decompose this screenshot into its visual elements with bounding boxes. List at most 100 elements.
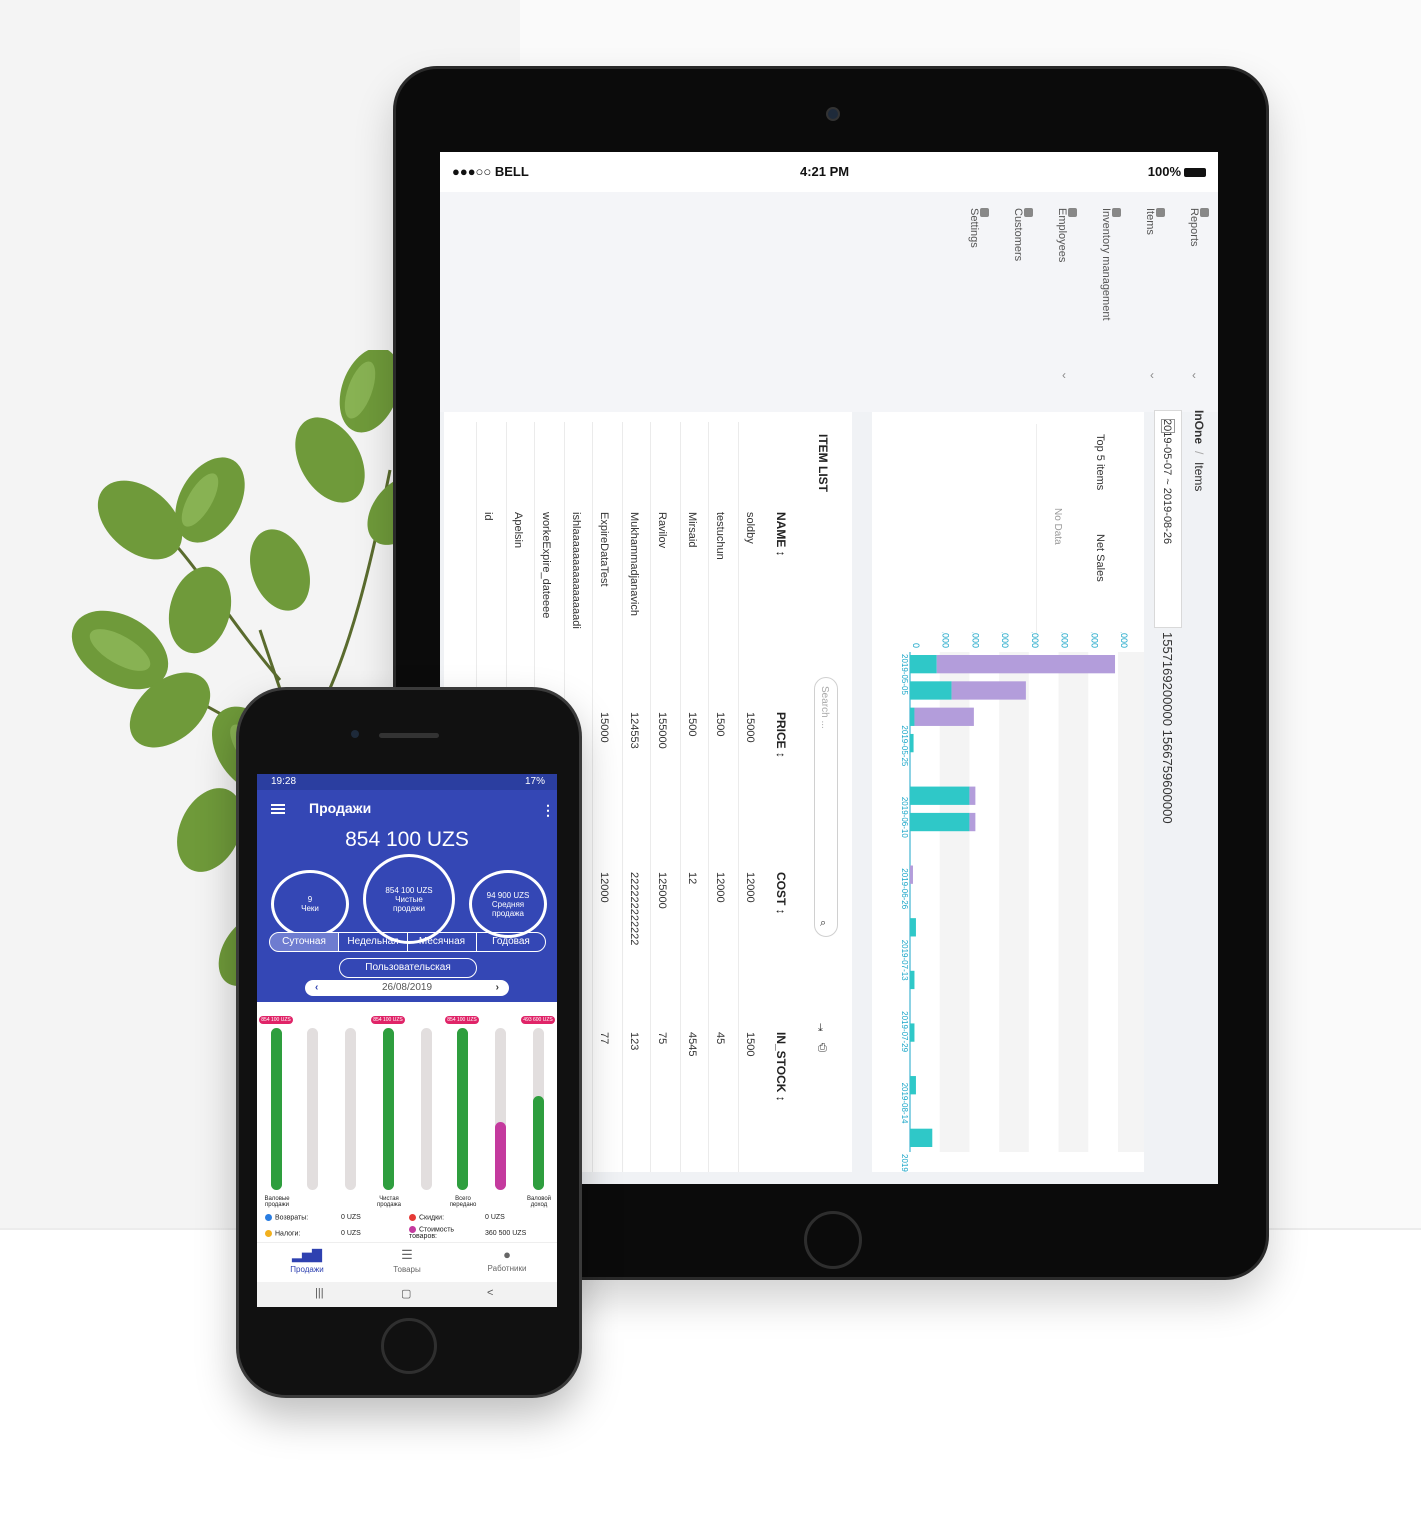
legend-returns: Возвраты: 0 UZS <box>265 1214 361 1221</box>
person-icon: ● <box>503 1247 511 1262</box>
bar-track <box>533 1028 544 1190</box>
label-net-sale: Чистая продажа <box>377 1196 401 1208</box>
nav-employees[interactable]: ● Работники <box>462 1247 552 1273</box>
customers-icon <box>1024 208 1033 217</box>
battery-icon <box>1184 168 1206 178</box>
y-tick-label: 70,000 <box>1119 632 1129 648</box>
prev-date-icon[interactable]: ‹ <box>315 980 318 996</box>
avg-sale-value: 94 900 UZS <box>486 890 530 900</box>
items-icon <box>1156 208 1165 217</box>
more-options-icon[interactable]: ⋮ <box>541 802 555 819</box>
selected-date: 26/08/2019 <box>381 982 433 993</box>
phone-screen: 19:28 17% Продажи ⋮ 854 100 UZS 9 Чеки 8… <box>257 774 557 1307</box>
carrier-label: ●●●○○ BELL <box>452 164 529 179</box>
search-input[interactable]: Search ... ⌕ <box>814 677 838 937</box>
bar-track <box>421 1028 432 1190</box>
table-cell-name: ishlaaaaaaaaaaaaaaadi <box>570 512 582 629</box>
label-gross-income: Валовой доход <box>526 1196 552 1208</box>
menu-item-customers[interactable]: Customers <box>1012 208 1033 261</box>
bar-segment <box>910 918 916 937</box>
chevron-left-icon[interactable]: ‹ <box>1062 368 1066 382</box>
table-cell-in-stock: 1500 <box>744 1032 756 1057</box>
top5-empty: No Data <box>1052 508 1063 545</box>
chevron-left-icon[interactable]: ‹ <box>1150 368 1154 382</box>
table-cell-in-stock: 77 <box>598 1032 610 1045</box>
table-cell-name: ExpireDataTest <box>598 512 610 587</box>
chevron-left-icon[interactable]: ‹ <box>1192 368 1196 382</box>
phone-camera <box>351 730 359 738</box>
menu-item-settings[interactable]: Settings <box>968 208 989 248</box>
bar-value-tag: 854 100 UZS <box>259 1016 293 1024</box>
bar-segment <box>951 681 1026 700</box>
breadcrumb-separator: / <box>1192 451 1206 455</box>
grid-band <box>999 652 1029 1152</box>
tab-daily[interactable]: Суточная <box>269 932 339 952</box>
print-icon[interactable]: ⎙ <box>818 1042 827 1055</box>
tab-weekly[interactable]: Недельная <box>338 932 408 952</box>
x-date-label: 2019-07-13 <box>900 940 909 981</box>
avg-sale-label: Средняя продажа <box>491 899 525 918</box>
grid-band <box>1118 652 1144 1152</box>
tablet-home-button[interactable] <box>804 1211 862 1269</box>
table-row-divider <box>738 422 739 1172</box>
checks-value: 9 <box>307 895 313 904</box>
reports-icon <box>1200 208 1209 217</box>
table-row-divider <box>592 422 593 1172</box>
table-cell-price: 1500 <box>686 712 698 737</box>
phone-home-button[interactable] <box>381 1318 437 1374</box>
breadcrumb: InOne / Items <box>1192 410 1206 491</box>
breadcrumb-root[interactable]: InOne <box>1192 410 1206 444</box>
col-price[interactable]: PRICE ↕ <box>774 712 788 758</box>
custom-period-button[interactable]: Пользовательская <box>339 958 477 978</box>
sales-bar-chart: 0 10,000 20,000 30,000 40,000 50,000 60,000 70,… <box>900 632 1144 1172</box>
tab-monthly[interactable]: Месячная <box>407 932 477 952</box>
bar-track <box>345 1028 356 1190</box>
menu-item-items[interactable]: Items <box>1144 208 1165 235</box>
back-icon[interactable]: < <box>487 1287 493 1299</box>
top5-title: Top 5 items <box>1094 434 1106 491</box>
breadcrumb-current: Items <box>1192 462 1206 492</box>
table-cell-in-stock: 45 <box>714 1032 726 1045</box>
col-name[interactable]: NAME ↕ <box>774 512 788 557</box>
table-cell-in-stock: 4545 <box>686 1032 698 1057</box>
home-icon[interactable]: ▢ <box>401 1287 411 1300</box>
battery-percent: 100% <box>1147 164 1181 179</box>
menu-icon[interactable] <box>271 804 285 806</box>
menu-item-reports[interactable]: Reports <box>1188 208 1209 247</box>
col-in-stock[interactable]: IN_STOCK ↕ <box>774 1032 788 1102</box>
date-range-value: 2019-05-07 ~ 2019-08-26 <box>1161 419 1173 545</box>
table-cell-cost: 125000 <box>656 872 668 909</box>
total-sales: 854 100 UZS <box>345 828 469 851</box>
export-icon[interactable]: ⤓ <box>818 1022 823 1035</box>
list-icon: ☰ <box>401 1247 413 1262</box>
table-cell-price: 155000 <box>656 712 668 749</box>
bar-segment <box>910 1128 933 1147</box>
x-date-label: 2019-08-14 <box>900 1083 909 1124</box>
y-tick-label: 20,000 <box>970 632 980 648</box>
menu-item-inventory[interactable]: Inventory management <box>1100 208 1121 321</box>
label-gross-sales: Валовые продажи <box>264 1196 290 1208</box>
tab-yearly[interactable]: Годовая <box>476 932 546 952</box>
table-cell-price: 15000 <box>744 712 756 743</box>
bar-segment <box>910 655 937 674</box>
table-cell-cost: 12000 <box>598 872 610 903</box>
top5-divider <box>1036 424 1037 634</box>
phone-battery: 17% <box>524 776 545 787</box>
table-cell-name: testuchun <box>714 512 726 560</box>
table-cell-price: 124553 <box>628 712 640 749</box>
checks-circle: 9 Чеки <box>271 870 349 938</box>
menu-item-employees[interactable]: Employees <box>1056 208 1077 262</box>
phone-clock: 19:28 <box>271 776 297 787</box>
col-cost[interactable]: COST ↕ <box>774 872 788 915</box>
y-tick-label: 0 <box>911 643 921 648</box>
bar-segment <box>910 707 915 726</box>
employees-icon <box>1068 208 1077 217</box>
bar-value-tag: 854 100 UZS <box>371 1016 405 1024</box>
next-date-icon[interactable]: › <box>496 980 499 996</box>
nav-items[interactable]: ☰ Товары <box>362 1247 452 1274</box>
nav-sales[interactable]: ▂▅▇ Продажи <box>262 1247 352 1274</box>
x-date-label: 2019-06-10 <box>900 797 909 838</box>
recent-apps-icon[interactable]: ||| <box>315 1287 324 1299</box>
ios-status-bar: ●●●○○ BELL 4:21 PM 100% <box>440 152 1218 192</box>
date-range-picker[interactable]: 2019-05-07 ~ 2019-08-26 <box>1154 410 1182 628</box>
